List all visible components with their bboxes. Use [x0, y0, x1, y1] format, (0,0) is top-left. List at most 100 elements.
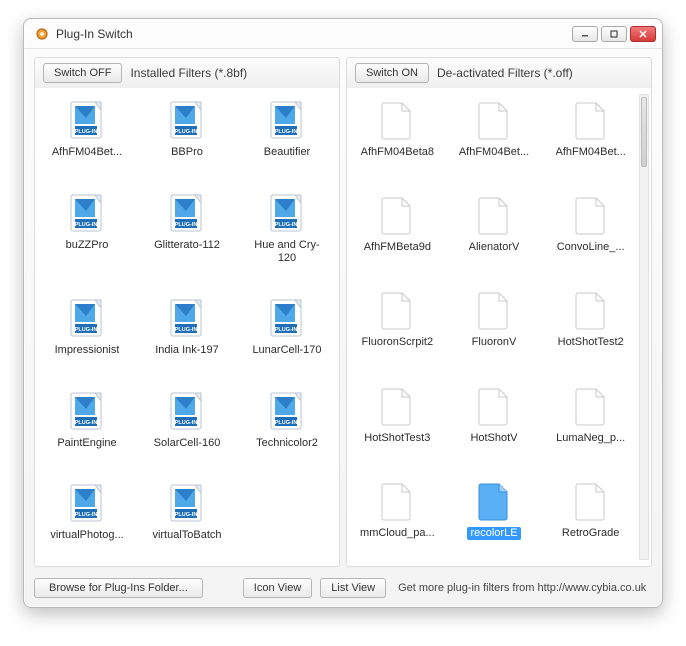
svg-text:PLUG-IN: PLUG-IN [175, 222, 198, 228]
plugin-file-icon: PLUG-IN [267, 296, 307, 340]
item-label: ConvoLine_... [557, 241, 625, 254]
list-item[interactable]: AlienatorV [448, 193, 541, 270]
list-item[interactable]: AfhFM04Bet... [448, 98, 541, 175]
svg-text:PLUG-IN: PLUG-IN [275, 420, 298, 426]
app-window: Plug-In Switch Switch OFF Installed Filt… [23, 18, 663, 608]
item-label: India Ink-197 [155, 344, 219, 357]
list-item[interactable]: recolorLE [448, 479, 541, 556]
installed-label: Installed Filters (*.8bf) [130, 66, 247, 80]
svg-text:PLUG-IN: PLUG-IN [75, 129, 98, 135]
list-item[interactable]: PLUG-IN Beautifier [239, 98, 335, 173]
footer-link[interactable]: Get more plug-in filters from http://www… [398, 582, 646, 594]
file-icon [571, 193, 611, 237]
item-label: virtualToBatch [152, 529, 221, 542]
installed-panel-head: Switch OFF Installed Filters (*.8bf) [35, 58, 339, 88]
plugin-file-icon: PLUG-IN [267, 191, 307, 235]
list-item[interactable]: PLUG-IN India Ink-197 [139, 296, 235, 371]
titlebar: Plug-In Switch [24, 19, 662, 49]
file-icon [571, 479, 611, 523]
deactivated-grid: AfhFM04Beta8 AfhFM04Bet... AfhFM04Bet... Af… [347, 88, 651, 566]
list-view-button[interactable]: List View [320, 578, 386, 598]
item-label: HotShotV [470, 432, 517, 445]
list-item[interactable]: LumaNeg_p... [544, 384, 637, 461]
deactivated-label: De-activated Filters (*.off) [437, 66, 573, 80]
list-item[interactable]: HotShotTest2 [544, 288, 637, 365]
file-icon [571, 384, 611, 428]
item-label: AfhFM04Bet... [459, 146, 529, 159]
item-label: BBPro [171, 146, 203, 159]
item-label: recolorLE [467, 527, 520, 540]
svg-text:PLUG-IN: PLUG-IN [175, 420, 198, 426]
browse-button[interactable]: Browse for Plug-Ins Folder... [34, 578, 203, 598]
maximize-button[interactable] [601, 26, 627, 42]
plugin-file-icon: PLUG-IN [67, 389, 107, 433]
list-item[interactable]: PLUG-IN virtualToBatch [139, 481, 235, 556]
window-title: Plug-In Switch [56, 27, 572, 41]
plugin-file-icon: PLUG-IN [267, 98, 307, 142]
file-icon [474, 384, 514, 428]
file-icon [377, 193, 417, 237]
list-item[interactable]: PLUG-IN BBPro [139, 98, 235, 173]
content-area: Switch OFF Installed Filters (*.8bf) PLU… [24, 49, 662, 573]
list-item[interactable]: HotShotV [448, 384, 541, 461]
plugin-file-icon: PLUG-IN [67, 481, 107, 525]
list-item[interactable]: PLUG-IN Hue and Cry-120 [239, 191, 335, 279]
deactivated-panel: Switch ON De-activated Filters (*.off) A… [346, 57, 652, 567]
installed-panel: Switch OFF Installed Filters (*.8bf) PLU… [34, 57, 340, 567]
deactivated-grid-wrap: AfhFM04Beta8 AfhFM04Bet... AfhFM04Bet... Af… [347, 88, 651, 566]
item-label: HotShotTest2 [558, 336, 624, 349]
switch-off-button[interactable]: Switch OFF [43, 63, 122, 83]
file-icon [377, 384, 417, 428]
list-item[interactable]: FluoronV [448, 288, 541, 365]
list-item[interactable]: PLUG-INvirtualPhotog... [39, 481, 135, 556]
scrollbar-thumb[interactable] [641, 97, 647, 167]
switch-on-button[interactable]: Switch ON [355, 63, 429, 83]
list-item[interactable]: FluoronScrpit2 [351, 288, 444, 365]
item-label: Hue and Cry-120 [246, 239, 328, 265]
item-label: FluoronV [472, 336, 517, 349]
close-button[interactable] [630, 26, 656, 42]
list-item[interactable]: PLUG-INAfhFM04Bet... [39, 98, 135, 173]
list-item[interactable]: PLUG-IN LunarCell-170 [239, 296, 335, 371]
item-label: Beautifier [264, 146, 310, 159]
list-item[interactable]: ConvoLine_... [544, 193, 637, 270]
list-item[interactable]: PLUG-IN buZZPro [39, 191, 135, 279]
plugin-file-icon: PLUG-IN [167, 98, 207, 142]
list-item[interactable]: PLUG-INPaintEngine [39, 389, 135, 464]
file-icon [571, 288, 611, 332]
item-label: Technicolor2 [256, 437, 318, 450]
footer: Browse for Plug-Ins Folder... Icon View … [24, 573, 662, 607]
deactivated-panel-head: Switch ON De-activated Filters (*.off) [347, 58, 651, 88]
minimize-button[interactable] [572, 26, 598, 42]
file-icon [377, 479, 417, 523]
list-item[interactable]: PLUG-INImpressionist [39, 296, 135, 371]
list-item[interactable]: RetroGrade [544, 479, 637, 556]
icon-view-button[interactable]: Icon View [243, 578, 313, 598]
svg-text:PLUG-IN: PLUG-IN [275, 222, 298, 228]
item-label: LunarCell-170 [252, 344, 321, 357]
plugin-file-icon: PLUG-IN [67, 98, 107, 142]
item-label: AfhFMBeta9d [364, 241, 431, 254]
list-item[interactable]: PLUG-INGlitterato-112 [139, 191, 235, 279]
file-icon [474, 193, 514, 237]
svg-text:PLUG-IN: PLUG-IN [75, 512, 98, 518]
list-item[interactable]: HotShotTest3 [351, 384, 444, 461]
list-item[interactable]: PLUG-INSolarCell-160 [139, 389, 235, 464]
item-label: RetroGrade [562, 527, 619, 540]
list-item[interactable]: AfhFMBeta9d [351, 193, 444, 270]
list-item[interactable]: PLUG-IN Technicolor2 [239, 389, 335, 464]
plugin-file-icon: PLUG-IN [167, 481, 207, 525]
list-item[interactable]: mmCloud_pa... [351, 479, 444, 556]
scrollbar[interactable] [639, 94, 649, 560]
file-icon [474, 98, 514, 142]
plugin-file-icon: PLUG-IN [167, 296, 207, 340]
item-label: mmCloud_pa... [360, 527, 435, 540]
svg-text:PLUG-IN: PLUG-IN [275, 129, 298, 135]
list-item[interactable]: AfhFM04Bet... [544, 98, 637, 175]
plugin-file-icon: PLUG-IN [167, 389, 207, 433]
file-icon [474, 288, 514, 332]
item-label: buZZPro [66, 239, 109, 252]
list-item[interactable]: AfhFM04Beta8 [351, 98, 444, 175]
item-label: HotShotTest3 [364, 432, 430, 445]
plugin-file-icon: PLUG-IN [67, 191, 107, 235]
